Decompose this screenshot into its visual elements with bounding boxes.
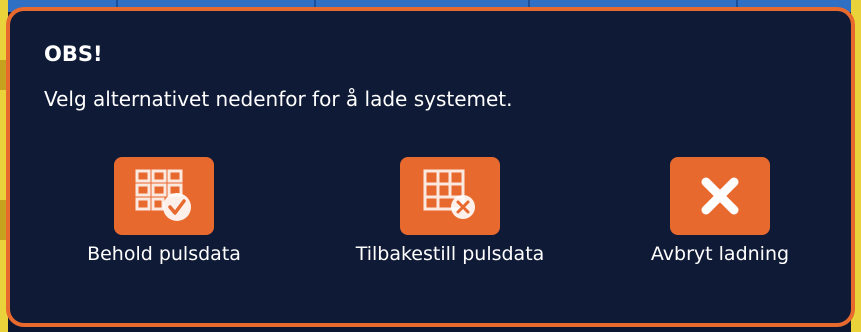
dialog-message: Velg alternativet nedenfor for å lade sy… [44, 87, 513, 111]
reset-pulse-data-button[interactable] [400, 157, 500, 235]
dialog-title: OBS! [44, 42, 103, 66]
grid-check-icon [135, 169, 191, 221]
reset-pulse-data-label: Tilbakestill pulsdata [355, 243, 545, 265]
cancel-charge-button[interactable] [670, 157, 770, 235]
cancel-charge-label: Avbryt ladning [650, 243, 790, 265]
keep-pulse-data-button[interactable] [114, 157, 214, 235]
grid-x-icon [423, 169, 475, 219]
close-icon [701, 177, 739, 215]
charge-alert-dialog: OBS! Velg alternativet nedenfor for å la… [6, 7, 855, 327]
keep-pulse-data-label: Behold pulsdata [87, 243, 241, 265]
